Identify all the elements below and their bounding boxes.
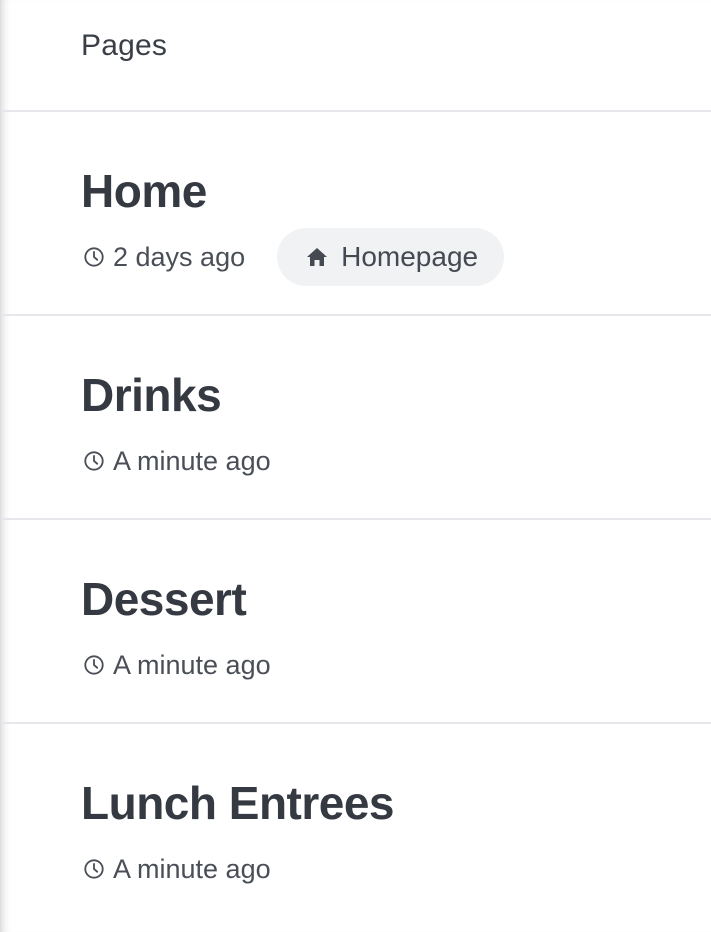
- page-title: Drinks: [81, 369, 222, 421]
- updated-time: A minute ago: [83, 854, 271, 885]
- updated-time-text: 2 days ago: [113, 241, 246, 272]
- page-title: Lunch Entrees: [81, 777, 395, 829]
- page-item-dessert[interactable]: Dessert A minute ago: [1, 520, 711, 724]
- updated-time-text: A minute ago: [113, 649, 271, 680]
- homepage-badge-label: Homepage: [341, 241, 479, 272]
- updated-time: A minute ago: [83, 650, 271, 681]
- page-list: Home 2 days ago Homepage Drinks A minute…: [1, 112, 711, 924]
- page-title: Dessert: [81, 573, 247, 625]
- page-meta: A minute ago: [83, 842, 271, 896]
- page-title: Home: [81, 165, 207, 217]
- home-icon: [307, 248, 328, 266]
- page-item-lunch-entrees[interactable]: Lunch Entrees A minute ago: [1, 724, 711, 924]
- pages-panel: Pages Home 2 days ago Homepage Drinks A …: [0, 0, 711, 932]
- pages-header-title: Pages: [81, 29, 168, 62]
- page-item-home[interactable]: Home 2 days ago Homepage: [1, 112, 711, 316]
- clock-icon: [84, 451, 104, 471]
- homepage-badge: Homepage: [277, 228, 505, 286]
- updated-time-text: A minute ago: [113, 853, 271, 884]
- page-meta: A minute ago: [83, 434, 271, 488]
- updated-time-text: A minute ago: [113, 445, 271, 476]
- pages-header: Pages: [1, 0, 711, 112]
- clock-icon: [84, 655, 104, 675]
- updated-time: 2 days ago: [83, 242, 245, 273]
- updated-time: A minute ago: [83, 446, 271, 477]
- clock-icon: [84, 859, 104, 879]
- page-meta: A minute ago: [83, 638, 271, 692]
- clock-icon: [84, 247, 104, 267]
- page-item-drinks[interactable]: Drinks A minute ago: [1, 316, 711, 520]
- page-meta: 2 days ago Homepage: [83, 228, 505, 286]
